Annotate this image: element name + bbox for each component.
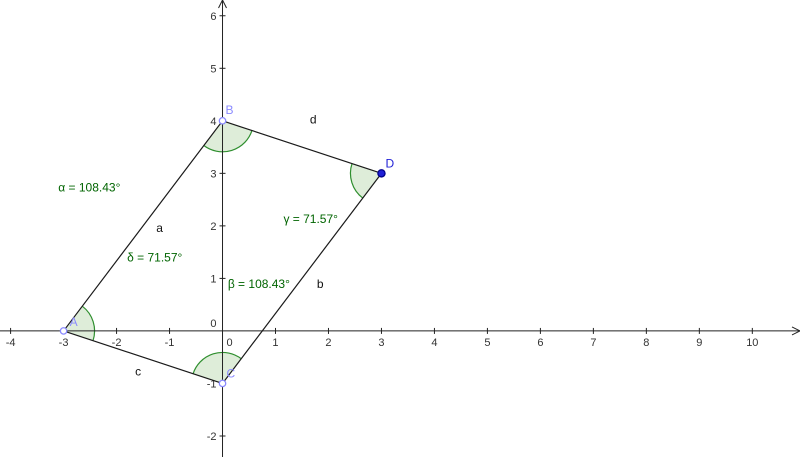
angle-label-b: α = 108.43°	[58, 181, 120, 195]
y-tick-label: 2	[210, 221, 216, 233]
x-tick-label: 5	[484, 337, 490, 349]
point-b[interactable]	[218, 116, 227, 125]
x-tick-label: 0	[227, 337, 233, 349]
x-tick-label: 9	[696, 337, 702, 349]
point-d[interactable]	[377, 169, 386, 178]
x-tick-label: 7	[590, 337, 596, 349]
y-tick-label: 1	[210, 273, 216, 285]
y-tick-label: 6	[210, 11, 216, 23]
point-label-a: A	[70, 315, 78, 329]
point-label-d: D	[385, 156, 394, 170]
x-tick-label: -1	[165, 337, 175, 349]
y-tick-label: 3	[210, 168, 216, 180]
point-label-b: B	[226, 103, 234, 117]
point-c[interactable]	[218, 379, 227, 388]
geometry-canvas[interactable]: -4 -3 -2 -1 0 1 2 3 4 5 6 7 8 9 10 -2-10123456 α = 108…	[0, 0, 800, 457]
y-tick-label: 5	[210, 63, 216, 75]
segment-a[interactable]	[63, 120, 223, 332]
x-tick-label: 2	[325, 337, 331, 349]
x-tick-label: 8	[643, 337, 649, 349]
coordinate-axes: -4 -3 -2 -1 0 1 2 3 4 5 6 7 8 9 10 -2-10123456	[0, 0, 800, 457]
y-tick-label: -2	[207, 431, 217, 443]
x-tick-label: -3	[59, 337, 69, 349]
x-tick-label: 10	[746, 337, 758, 349]
angle-label-a: δ = 71.57°	[127, 251, 182, 265]
segment-label-a: a	[156, 221, 163, 235]
angle-label-c: β = 108.43°	[228, 277, 290, 291]
x-tick-label: -4	[6, 337, 16, 349]
segment-d[interactable]	[222, 120, 382, 174]
x-tick-label: 4	[431, 337, 437, 349]
y-tick-label: 4	[210, 116, 216, 128]
x-tick-label: 1	[272, 337, 278, 349]
x-tick-label: 6	[537, 337, 543, 349]
segment-label-b: b	[317, 277, 324, 291]
segment-label-d: d	[310, 112, 317, 126]
angle-label-d: γ = 71.57°	[283, 212, 338, 226]
point-label-c: C	[227, 366, 236, 380]
segment-c[interactable]	[63, 330, 223, 385]
y-tick-label: 0	[210, 318, 216, 330]
point-a[interactable]	[59, 327, 68, 335]
x-tick-label: 3	[378, 337, 384, 349]
segment-label-c: c	[135, 365, 141, 379]
